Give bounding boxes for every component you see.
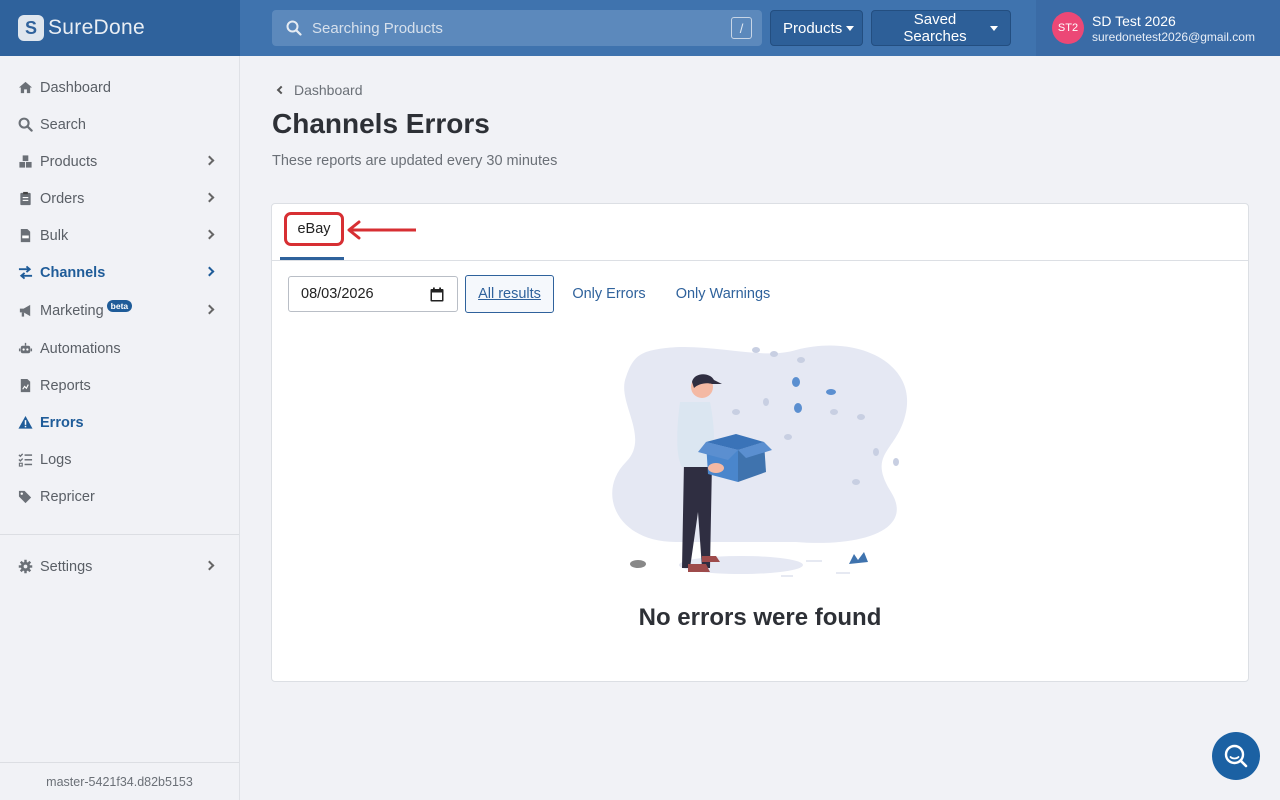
sidebar-item-automations[interactable]: Automations	[0, 330, 239, 367]
user-name: SD Test 2026	[1092, 12, 1176, 29]
sidebar-item-label: Reports	[40, 377, 91, 394]
annotation-arrow-icon	[347, 220, 416, 240]
chat-support-button[interactable]	[1212, 732, 1260, 780]
sidebar-item-label: Orders	[40, 190, 85, 207]
brand-logo[interactable]: S SureDone	[0, 0, 240, 56]
avatar: ST2	[1052, 12, 1084, 44]
saved-searches-label: Saved Searches	[903, 11, 967, 45]
date-value: 08/03/2026	[301, 286, 374, 302]
chevron-right-icon	[204, 229, 215, 240]
csv-file-icon	[20, 228, 31, 243]
sidebar-item-label: Products	[40, 153, 98, 170]
sidebar-item-logs[interactable]: Logs	[0, 441, 239, 478]
sidebar-item-label: Errors	[40, 414, 84, 431]
clipboard-icon	[20, 191, 31, 206]
sidebar-item-repricer[interactable]: Repricer	[0, 478, 239, 515]
bullhorn-icon	[19, 304, 31, 317]
tasks-icon	[18, 453, 33, 467]
exchange-icon	[18, 265, 33, 280]
home-icon	[18, 81, 33, 94]
sidebar-item-settings[interactable]: Settings	[0, 548, 239, 585]
sidebar-item-label: Marketing	[40, 302, 104, 319]
filter-only-warnings[interactable]: Only Warnings	[668, 275, 778, 313]
search-icon	[18, 117, 33, 132]
sidebar-item-errors[interactable]: Errors	[0, 404, 239, 441]
page-title: Channels Errors	[272, 108, 490, 139]
search-shortcut-key: /	[731, 17, 752, 39]
search-icon	[286, 20, 302, 36]
logo-mark: S	[18, 15, 44, 41]
date-picker[interactable]: 08/03/2026	[288, 276, 458, 312]
empty-state-message: No errors were found	[638, 604, 882, 631]
chevron-right-icon	[204, 192, 215, 203]
sidebar-item-label: Automations	[40, 340, 121, 357]
breadcrumb-link[interactable]: Dashboard	[294, 82, 363, 98]
sidebar-item-label: Settings	[40, 558, 93, 575]
products-dropdown-label: Products	[783, 19, 843, 37]
sidebar-item-search[interactable]: Search	[0, 106, 239, 143]
user-email: suredonetest2026@gmail.com	[1092, 29, 1255, 44]
gear-icon	[18, 559, 33, 574]
sidebar-item-label: Bulk	[40, 227, 69, 244]
version-label: master-5421f34.d82b5153	[0, 762, 239, 800]
chevron-right-icon	[204, 266, 215, 277]
top-bar: S SureDone / Products Saved Searches ST2…	[0, 0, 1280, 56]
caret-down-icon	[990, 25, 998, 31]
chat-search-icon	[1224, 744, 1248, 768]
sidebar-item-bulk[interactable]: Bulk	[0, 217, 239, 254]
sidebar-item-products[interactable]: Products	[0, 143, 239, 180]
sidebar-item-orders[interactable]: Orders	[0, 180, 239, 217]
channel-tabs: eBay	[272, 204, 1248, 261]
sidebar-divider	[0, 534, 239, 535]
sidebar-item-reports[interactable]: Reports	[0, 367, 239, 404]
chevron-right-icon	[204, 155, 215, 166]
page-subtitle: These reports are updated every 30 minut…	[272, 153, 558, 169]
empty-box-illustration	[612, 345, 908, 577]
sidebar: Dashboard Search Products Orders Bulk Ch…	[0, 56, 240, 800]
warning-icon	[18, 415, 33, 429]
sidebar-item-dashboard[interactable]: Dashboard	[0, 69, 239, 106]
beta-badge: beta	[106, 299, 133, 312]
chevron-left-icon	[276, 85, 286, 95]
cubes-icon	[19, 155, 32, 168]
sidebar-item-label: Dashboard	[40, 79, 111, 96]
user-menu[interactable]: ST2 SD Test 2026 suredonetest2026@gmail.…	[1036, 0, 1280, 56]
products-dropdown-button[interactable]: Products	[770, 10, 863, 46]
report-icon	[20, 378, 31, 393]
saved-searches-dropdown-button[interactable]: Saved Searches	[871, 10, 1011, 46]
sidebar-item-label: Logs	[40, 451, 72, 468]
sidebar-item-label: Repricer	[40, 488, 95, 505]
sidebar-item-marketing[interactable]: Marketing beta	[0, 292, 239, 329]
filter-only-errors[interactable]: Only Errors	[564, 275, 654, 313]
active-tab-indicator	[280, 257, 344, 260]
caret-down-icon	[846, 25, 855, 31]
errors-card: eBay 08/03/2026 All results Only Errors …	[271, 203, 1249, 682]
search-bar[interactable]: /	[272, 10, 762, 46]
tags-icon	[18, 490, 32, 504]
sidebar-item-channels[interactable]: Channels	[0, 254, 239, 291]
brand-name: SureDone	[48, 16, 145, 39]
tab-ebay[interactable]: eBay	[284, 212, 344, 246]
sidebar-item-label: Search	[40, 116, 86, 133]
chevron-right-icon	[204, 560, 215, 571]
chevron-right-icon	[204, 304, 215, 315]
breadcrumb[interactable]: Dashboard	[274, 82, 363, 98]
sidebar-item-label: Channels	[40, 264, 106, 281]
search-input[interactable]	[312, 10, 732, 46]
robot-icon	[18, 342, 33, 354]
filter-all-results[interactable]: All results	[465, 275, 554, 313]
calendar-icon[interactable]	[430, 287, 444, 302]
